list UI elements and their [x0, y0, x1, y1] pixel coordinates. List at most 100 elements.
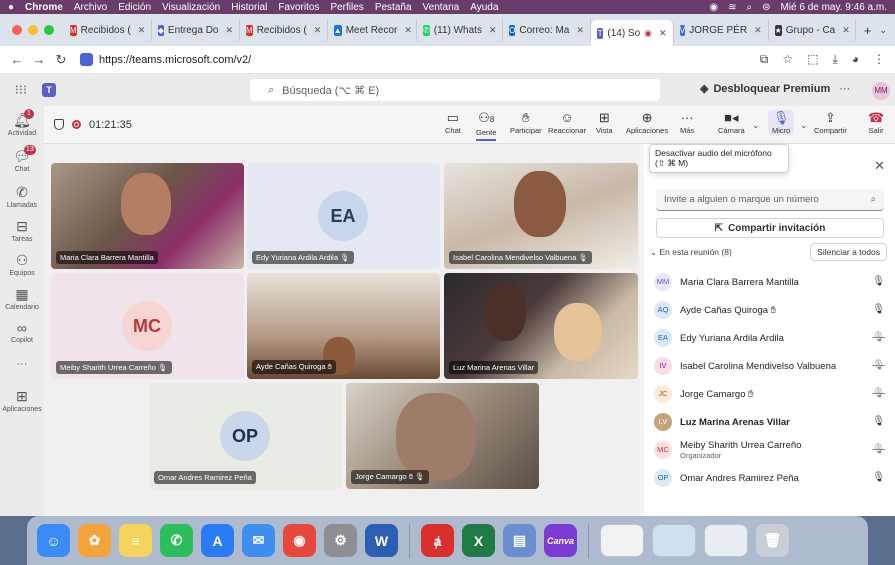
minimize-window-button[interactable]: [28, 25, 38, 35]
dock-document-window-icon[interactable]: [600, 524, 644, 557]
browser-tab[interactable]: V JORGE PÉR ✕: [674, 19, 769, 41]
mic-off-icon[interactable]: 🎙︎: [872, 360, 885, 371]
close-tab-icon[interactable]: ✕: [314, 25, 322, 36]
new-tab-button[interactable]: +: [856, 23, 880, 38]
menu-historial[interactable]: Historial: [231, 2, 267, 13]
forward-icon[interactable]: →: [28, 52, 50, 67]
mic-on-icon[interactable]: 🎙︎: [872, 276, 885, 287]
close-tab-icon[interactable]: ✕: [226, 25, 234, 36]
mic-off-icon[interactable]: 🎙︎: [872, 444, 885, 455]
dock-settings-icon[interactable]: ⚙: [324, 524, 357, 557]
mic-off-icon[interactable]: 🎙︎: [872, 332, 885, 343]
dock-canva-icon[interactable]: Canva: [544, 524, 577, 557]
dock-acrobat-icon[interactable]: ⱥ: [421, 524, 454, 557]
invite-input[interactable]: Invite a alguien o marque un número ⌕: [656, 189, 884, 211]
browser-menu-icon[interactable]: ⋮: [873, 52, 885, 67]
participant-tile[interactable]: Luz Marina Arenas Villar: [444, 273, 638, 379]
rail-item-teams[interactable]: ⚇ Equipos: [0, 252, 44, 277]
participant-tile[interactable]: MC Meiby Sharith Urrea Carreño 🎙︎: [51, 273, 244, 379]
close-tab-icon[interactable]: ✕: [138, 25, 146, 36]
menu-pestana[interactable]: Pestaña: [375, 2, 412, 13]
camera-options-chevron-icon[interactable]: ⌄: [752, 120, 760, 131]
browser-tab[interactable]: ◆ Entrega Do ✕: [152, 19, 241, 41]
chrome-status-icon[interactable]: ◉: [709, 2, 718, 13]
install-app-icon[interactable]: ⧉: [760, 52, 769, 67]
menu-perfiles[interactable]: Perfiles: [330, 2, 363, 13]
close-tab-icon[interactable]: ✕: [659, 28, 667, 39]
mic-on-icon[interactable]: 🎙︎: [872, 416, 885, 427]
search-input[interactable]: ⌕ Búsqueda (⌥ ⌘ E): [250, 79, 660, 101]
dock-chrome-icon[interactable]: ◉: [283, 524, 316, 557]
more-actions-button[interactable]: ··· Más: [680, 110, 694, 135]
close-tab-icon[interactable]: ✕: [842, 25, 850, 36]
premium-button[interactable]: ◈ Desbloquear Premium ···: [700, 82, 850, 96]
close-tab-icon[interactable]: ✕: [489, 25, 497, 36]
participant-row[interactable]: OP Omar Andres Ramirez Peña 🎙︎: [654, 464, 889, 492]
participant-row[interactable]: MC Meiby Sharith Urrea Carreño Organizador…: [654, 436, 889, 464]
browser-tab[interactable]: O Correo: Ma ✕: [503, 19, 591, 41]
close-tab-icon[interactable]: ✕: [754, 25, 762, 36]
react-button[interactable]: ☺ Reaccionar: [548, 110, 586, 135]
zoom-window-button[interactable]: [44, 25, 54, 35]
dock-app-store-icon[interactable]: A: [201, 524, 234, 557]
dock-excel-icon[interactable]: X: [462, 524, 495, 557]
browser-tab[interactable]: M Recibidos (✕: [64, 19, 152, 41]
participant-tile[interactable]: EA Edy Yuriana Ardila Ardila 🎙︎: [247, 163, 440, 269]
close-window-button[interactable]: [12, 25, 22, 35]
menu-edicion[interactable]: Edición: [118, 2, 151, 13]
participant-row[interactable]: LV Luz Marina Arenas Villar 🎙︎: [654, 408, 889, 436]
dock-spreadsheet-window-icon[interactable]: [704, 524, 748, 557]
close-tab-icon[interactable]: ✕: [404, 25, 412, 36]
reload-icon[interactable]: ↻: [50, 52, 72, 68]
rail-item-copilot[interactable]: ∞ Copilot: [0, 320, 44, 344]
participant-tile[interactable]: Maria Clara Barrera Mantilla: [51, 163, 244, 269]
apps-button[interactable]: ⊕ Aplicaciones: [626, 110, 668, 135]
participant-row[interactable]: AQ Ayde Cañas Quiroga ✋︎ 🎙︎: [654, 296, 889, 324]
browser-tab[interactable]: ★ Grupo - Ca ✕: [769, 19, 856, 41]
mic-options-chevron-icon[interactable]: ⌄: [800, 120, 808, 131]
menubar-clock[interactable]: Mié 6 de may. 9:46 a.m.: [780, 2, 887, 13]
dock-mail-icon[interactable]: ✉: [242, 524, 275, 557]
leave-button[interactable]: ☎ Salir: [868, 110, 884, 135]
in-meeting-section-toggle[interactable]: ⌄ En esta reunión (8): [650, 247, 732, 258]
browser-tab[interactable]: ▲ Meet Recor ✕: [328, 19, 418, 41]
more-options-button[interactable]: ···: [839, 83, 850, 95]
share-invite-button[interactable]: ⇱ Compartir invitación: [656, 218, 884, 238]
menu-chrome[interactable]: Chrome: [25, 2, 63, 13]
avatar[interactable]: MM: [872, 82, 890, 100]
browser-tab-active[interactable]: T (14) So ◉ ✕: [590, 20, 674, 46]
mute-all-button[interactable]: Silenciar a todos: [810, 243, 887, 261]
rail-item-chat[interactable]: 💬︎ 13 Chat: [0, 145, 44, 173]
participant-tile[interactable]: Isabel Carolina Mendivelso Valbuena 🎙︎: [444, 163, 638, 269]
search-icon[interactable]: ⌕: [746, 2, 752, 13]
participant-row[interactable]: MM Maria Clara Barrera Mantilla 🎙︎: [654, 268, 889, 296]
participant-row[interactable]: JC Jorge Camargo ✋︎ 🎙︎: [654, 380, 889, 408]
participant-tile[interactable]: Jorge Camargo ✋︎ 🎙︎: [346, 383, 539, 489]
rail-item-calendar[interactable]: ▦ Calendario: [0, 286, 44, 311]
wifi-icon[interactable]: ≋: [728, 2, 736, 13]
mic-on-icon[interactable]: 🎙︎: [872, 304, 885, 315]
mic-off-icon[interactable]: 🎙︎: [872, 388, 885, 399]
participant-tile[interactable]: Ayde Cañas Quiroga ✋︎: [247, 273, 440, 379]
url-field[interactable]: https://teams.microsoft.com/v2/: [80, 53, 251, 66]
dock-trash-icon[interactable]: 🗑: [756, 524, 789, 557]
dock-finder-icon[interactable]: ☺: [37, 524, 70, 557]
rail-more-button[interactable]: ···: [0, 358, 44, 370]
people-button[interactable]: ⚇8 Gente: [476, 110, 497, 141]
rail-item-tasks[interactable]: ⊟ Tareas: [0, 218, 44, 243]
download-icon[interactable]: ⤓: [832, 52, 837, 67]
rail-item-activity[interactable]: 🔔︎ 1 Actividad: [0, 109, 44, 137]
profile-icon[interactable]: ◕: [852, 52, 859, 67]
bookmark-star-icon[interactable]: ☆: [782, 52, 793, 67]
dock-preview-icon[interactable]: ▤: [503, 524, 536, 557]
app-launcher-icon[interactable]: ⁝⁝⁝: [0, 82, 42, 98]
close-tab-icon[interactable]: ✕: [576, 25, 584, 36]
browser-tab[interactable]: ✆ (11) Whats ✕: [417, 19, 504, 41]
participant-row[interactable]: EA Edy Yuriana Ardila Ardila 🎙︎: [654, 324, 889, 352]
view-button[interactable]: ⊞ Vista: [596, 110, 613, 135]
menu-favoritos[interactable]: Favoritos: [278, 2, 319, 13]
mic-button[interactable]: 🎙︎ Micro: [768, 110, 795, 135]
mic-on-icon[interactable]: 🎙︎: [872, 472, 885, 483]
dock-notes-icon[interactable]: ≡: [119, 524, 152, 557]
menu-ventana[interactable]: Ventana: [423, 2, 460, 13]
